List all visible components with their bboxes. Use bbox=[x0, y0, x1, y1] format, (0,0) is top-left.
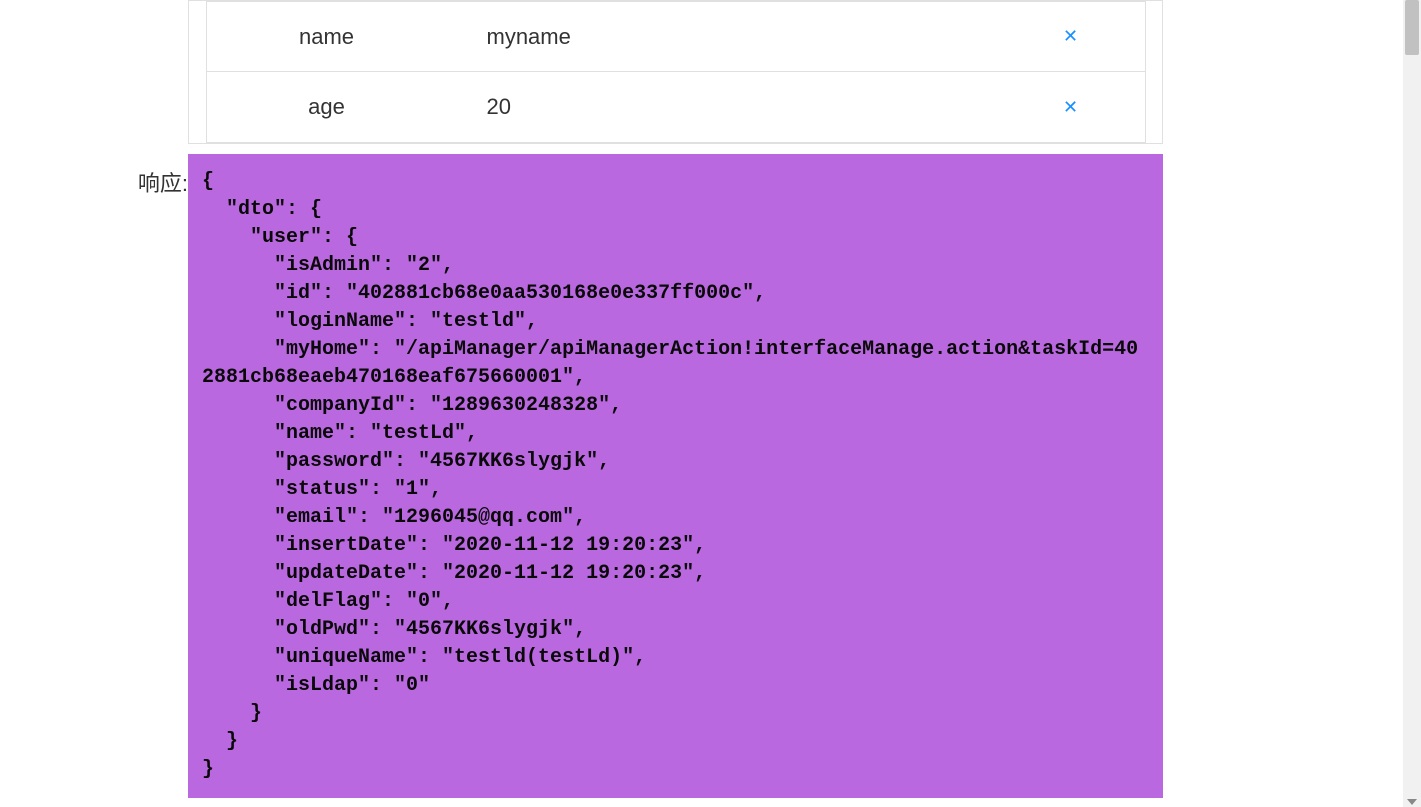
table-row: name myname ✕ bbox=[207, 2, 1145, 72]
vertical-scrollbar[interactable] bbox=[1403, 0, 1421, 807]
response-body: { "dto": { "user": { "isAdmin": "2", "id… bbox=[188, 154, 1163, 798]
param-key-cell: name bbox=[207, 24, 447, 50]
params-table: name myname ✕ age 20 ✕ bbox=[206, 1, 1146, 143]
param-value-cell: myname bbox=[447, 24, 997, 50]
param-key-cell: age bbox=[207, 94, 447, 120]
param-action-cell: ✕ bbox=[997, 96, 1145, 119]
params-panel: name myname ✕ age 20 ✕ bbox=[188, 0, 1163, 144]
scroll-down-arrow-icon[interactable] bbox=[1407, 799, 1417, 805]
delete-row-icon[interactable]: ✕ bbox=[1063, 98, 1078, 116]
response-section: 响应: { "dto": { "user": { "isAdmin": "2",… bbox=[110, 154, 1390, 798]
scrollbar-thumb[interactable] bbox=[1405, 0, 1419, 55]
table-row: age 20 ✕ bbox=[207, 72, 1145, 142]
response-label: 响应: bbox=[110, 154, 188, 198]
param-value-cell: 20 bbox=[447, 94, 997, 120]
delete-row-icon[interactable]: ✕ bbox=[1063, 27, 1078, 45]
param-action-cell: ✕ bbox=[997, 25, 1145, 48]
